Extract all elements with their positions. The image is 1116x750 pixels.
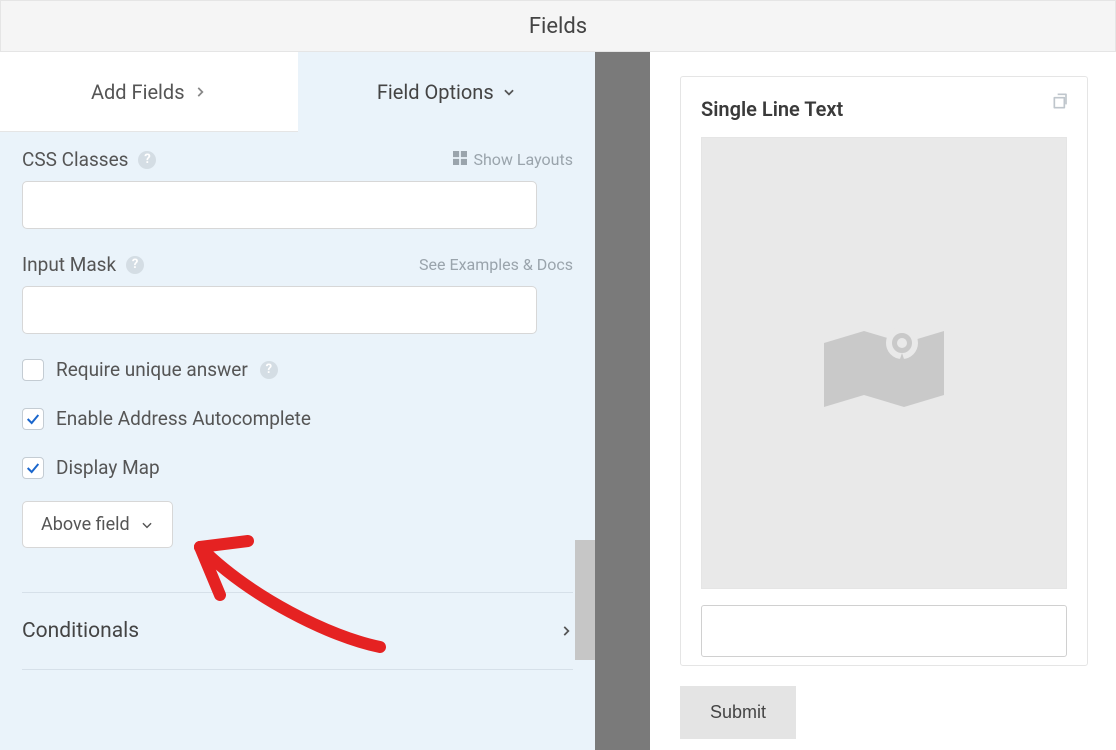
submit-button[interactable]: Submit bbox=[680, 686, 796, 739]
chevron-right-icon bbox=[559, 624, 573, 638]
display-map-label: Display Map bbox=[56, 456, 160, 479]
map-placeholder bbox=[701, 137, 1067, 589]
input-mask-section: Input Mask ? See Examples & Docs bbox=[22, 253, 573, 334]
input-mask-input[interactable] bbox=[22, 286, 537, 334]
conditionals-label: Conditionals bbox=[22, 619, 139, 643]
preview-field-title: Single Line Text bbox=[701, 97, 1067, 121]
tab-add-fields-label: Add Fields bbox=[91, 80, 185, 104]
help-icon[interactable]: ? bbox=[260, 361, 278, 379]
css-classes-section: CSS Classes ? Show Layouts bbox=[22, 148, 573, 229]
tab-field-options-label: Field Options bbox=[377, 80, 494, 104]
chevron-down-icon bbox=[140, 518, 154, 532]
input-mask-label: Input Mask bbox=[22, 253, 116, 276]
left-panel: Add Fields Field Options CSS Classes ? bbox=[0, 52, 595, 750]
tabs: Add Fields Field Options bbox=[0, 52, 595, 132]
show-layouts-label: Show Layouts bbox=[473, 150, 573, 169]
css-classes-input[interactable] bbox=[22, 181, 537, 229]
autocomplete-checkbox[interactable] bbox=[22, 408, 44, 430]
submit-label: Submit bbox=[710, 702, 766, 722]
map-position-select[interactable]: Above field bbox=[22, 501, 173, 548]
preview-text-input[interactable] bbox=[701, 605, 1067, 657]
display-map-row: Display Map bbox=[22, 456, 573, 479]
help-icon[interactable]: ? bbox=[126, 256, 144, 274]
panel-gutter bbox=[595, 52, 650, 750]
conditionals-section[interactable]: Conditionals bbox=[22, 593, 573, 669]
page-header: Fields bbox=[0, 0, 1116, 52]
map-pin-icon bbox=[814, 303, 954, 423]
duplicate-icon[interactable] bbox=[1051, 91, 1071, 115]
examples-docs-link[interactable]: See Examples & Docs bbox=[419, 255, 573, 274]
tab-add-fields[interactable]: Add Fields bbox=[0, 52, 298, 132]
chevron-right-icon bbox=[193, 85, 207, 99]
autocomplete-label: Enable Address Autocomplete bbox=[56, 407, 311, 430]
scrollbar[interactable] bbox=[575, 540, 595, 660]
divider bbox=[22, 669, 573, 670]
map-position-value: Above field bbox=[41, 514, 130, 535]
require-unique-label: Require unique answer bbox=[56, 358, 248, 381]
chevron-down-icon bbox=[502, 85, 516, 99]
tab-field-options[interactable]: Field Options bbox=[298, 52, 596, 132]
preview-field-card[interactable]: Single Line Text bbox=[680, 76, 1088, 666]
show-layouts-link[interactable]: Show Layouts bbox=[453, 150, 573, 169]
display-map-checkbox[interactable] bbox=[22, 457, 44, 479]
page-title: Fields bbox=[529, 14, 587, 39]
css-classes-label: CSS Classes bbox=[22, 148, 128, 171]
examples-docs-label: See Examples & Docs bbox=[419, 255, 573, 274]
grid-icon bbox=[453, 150, 467, 169]
require-unique-checkbox[interactable] bbox=[22, 359, 44, 381]
help-icon[interactable]: ? bbox=[138, 151, 156, 169]
preview-panel: Single Line Text Submit bbox=[650, 52, 1116, 750]
autocomplete-row: Enable Address Autocomplete bbox=[22, 407, 573, 430]
require-unique-row: Require unique answer ? bbox=[22, 358, 573, 381]
